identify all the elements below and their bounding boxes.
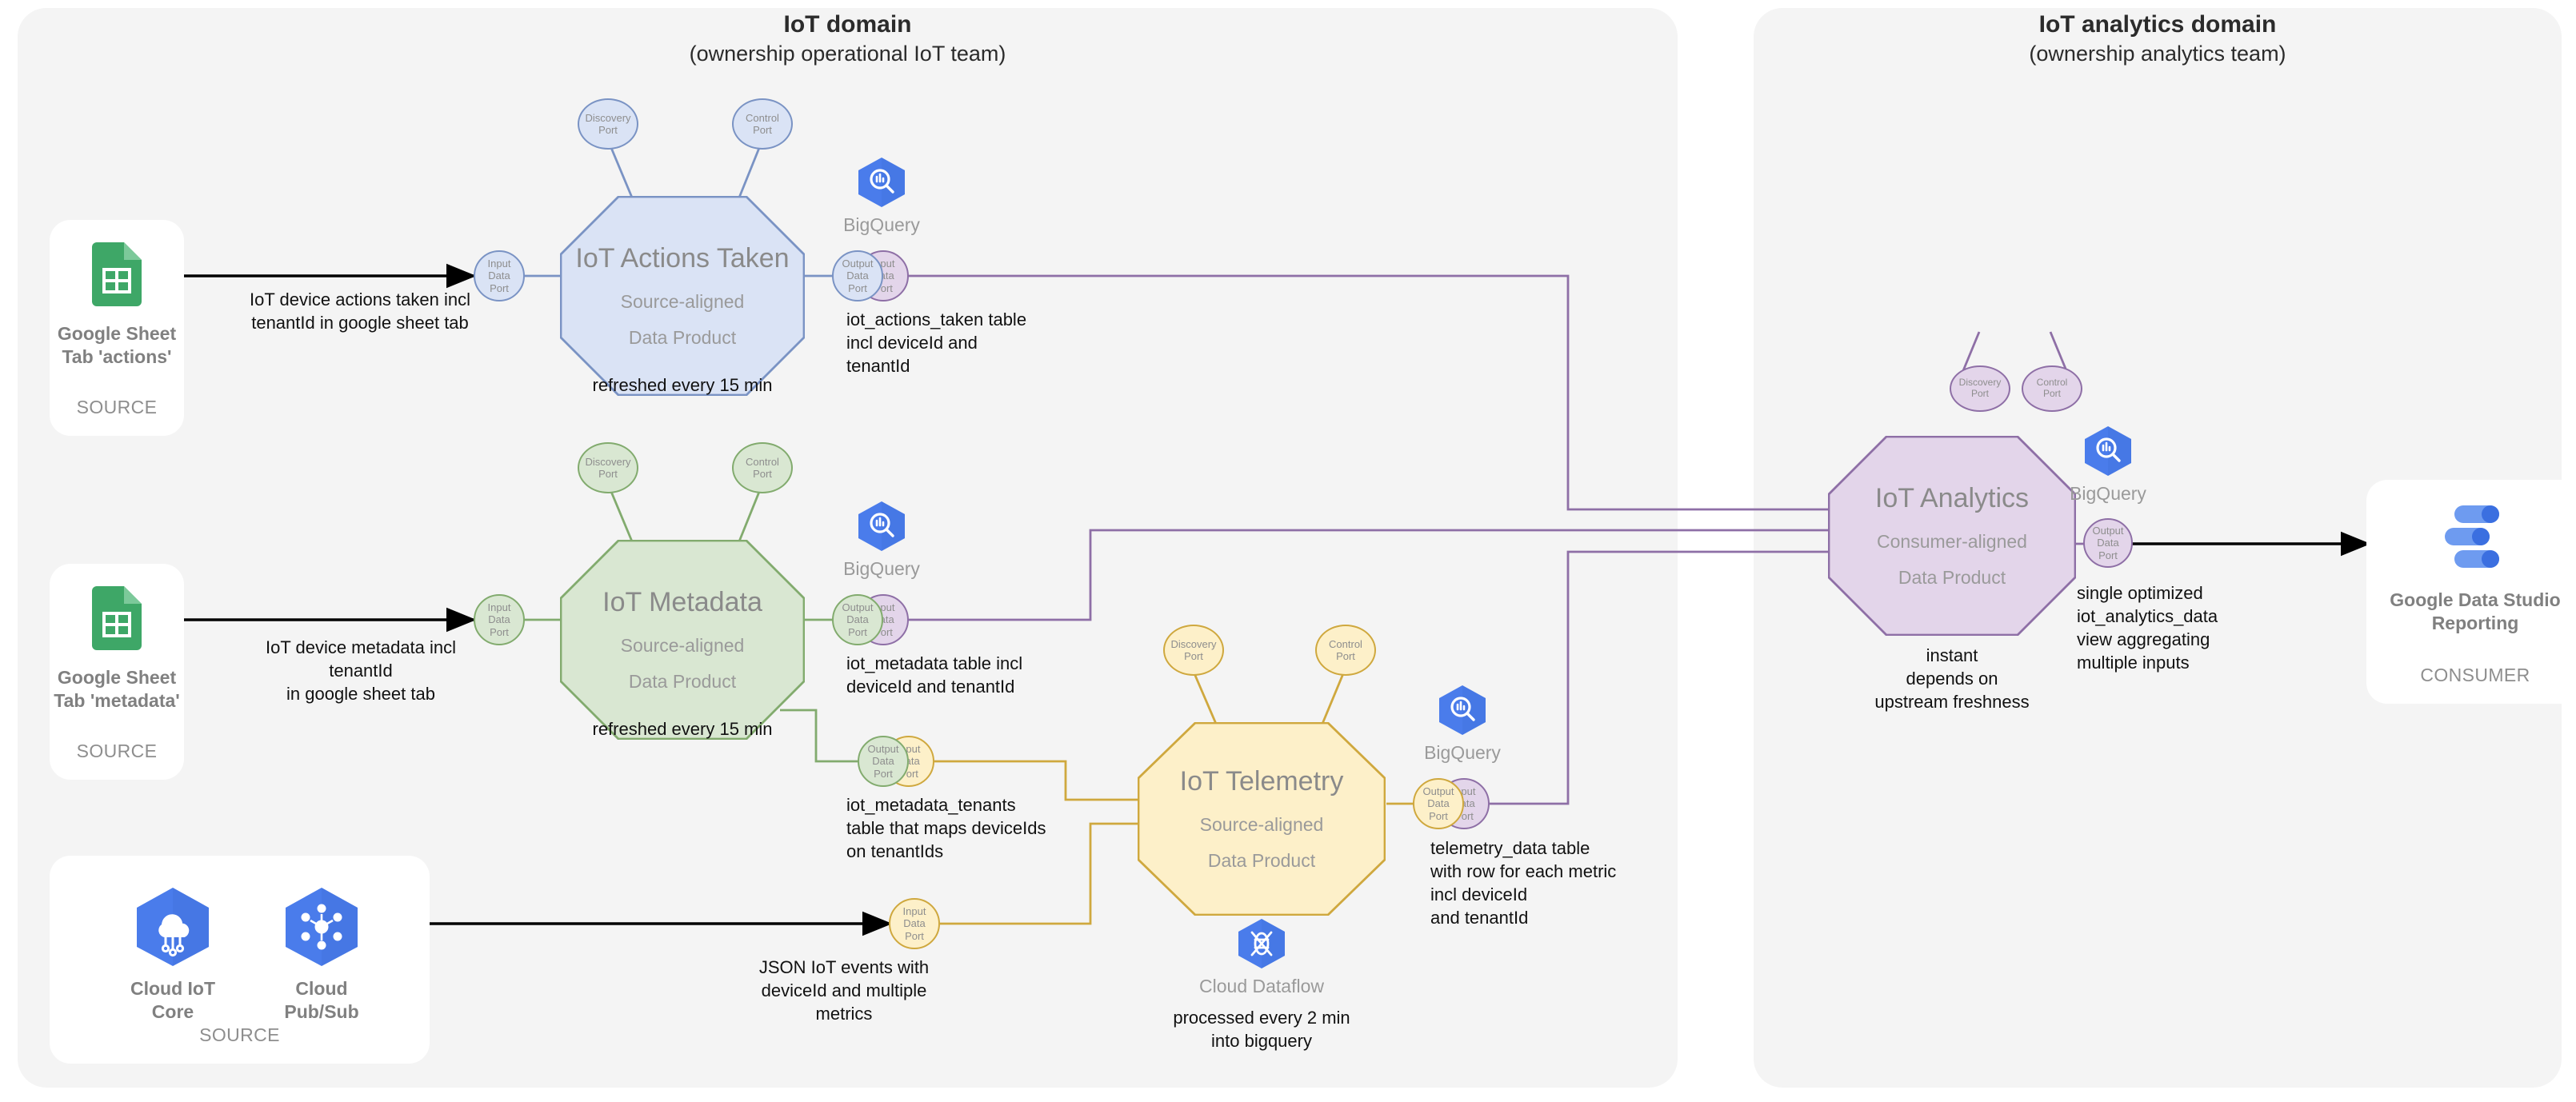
source-kind-badge: SOURCE xyxy=(76,397,158,417)
source-card-sheet-metadata[interactable]: Google Sheet Tab 'metadata' SOURCE xyxy=(50,564,184,780)
bigquery-icon xyxy=(858,158,905,207)
output-port-telemetry[interactable]: Output Data Port xyxy=(1413,778,1464,829)
cloud-dataflow-icon xyxy=(1238,919,1285,968)
cloud-iot-core-icon xyxy=(137,888,209,966)
port-label: Discovery Port xyxy=(585,111,631,136)
bigquery-label-metadata: BigQuery xyxy=(843,558,920,579)
source-label: Google Sheet Tab 'actions' xyxy=(57,323,177,368)
source-label: Google Sheet Tab 'metadata' xyxy=(54,667,180,712)
discovery-port-analytics[interactable]: Discovery Port xyxy=(1950,365,2010,412)
bigquery-icon xyxy=(1439,685,1486,735)
domain-title-iot-analytics: IoT analytics domain xyxy=(2038,11,2277,38)
data-product-iot-telemetry[interactable]: IoT Telemetry Source-aligned Data Produc… xyxy=(1138,722,1386,916)
cloud-pubsub-label: Cloud Pub/Sub xyxy=(284,978,359,1023)
flow-note-sheet-actions: IoT device actions taken incl tenantId i… xyxy=(250,289,470,333)
control-port-telemetry[interactable]: Control Port xyxy=(1315,625,1376,676)
port-label: Control Port xyxy=(746,111,779,136)
product-sla-actions: refreshed every 15 min xyxy=(592,375,773,395)
product-alignment: Source-aligned xyxy=(620,291,745,312)
data-product-iot-metadata[interactable]: IoT Metadata Source-aligned Data Product xyxy=(560,540,805,740)
bigquery-icon xyxy=(858,501,905,551)
source-card-cloud-iot[interactable]: Cloud IoT Core Cloud Pub/Sub SOURCE xyxy=(50,856,430,1064)
discovery-port-telemetry[interactable]: Discovery Port xyxy=(1163,625,1224,676)
port-label: Discovery Port xyxy=(1958,377,2002,399)
consumer-label: Google Data Studio Reporting xyxy=(2390,589,2561,634)
port-label: Discovery Port xyxy=(1170,637,1217,662)
bigquery-label-telemetry: BigQuery xyxy=(1424,742,1501,763)
source-kind-badge: SOURCE xyxy=(76,741,158,761)
output-port-analytics[interactable]: Output Data Port xyxy=(2083,518,2133,568)
google-data-studio-icon xyxy=(2445,505,2499,568)
output-note-telemetry: telemetry_data table with row for each m… xyxy=(1430,838,1617,928)
product-sla-analytics: instant depends on upstream freshness xyxy=(1874,645,2030,713)
product-title: IoT Metadata xyxy=(602,587,762,617)
google-sheets-icon xyxy=(92,586,142,650)
data-product-iot-analytics[interactable]: IoT Analytics Consumer-aligned Data Prod… xyxy=(1828,436,2076,636)
port-label: Input Data Port xyxy=(902,905,926,942)
bigquery-icon xyxy=(2085,426,2131,476)
output-port-metadata-tenants[interactable]: Output Data Port xyxy=(858,736,909,787)
output-note-analytics: single optimized iot_analytics_data view… xyxy=(2077,583,2218,673)
control-port-metadata[interactable]: Control Port xyxy=(732,442,793,493)
output-note-actions: iot_actions_taken table incl deviceId an… xyxy=(846,309,1027,377)
output-note-metadata-tenants: iot_metadata_tenants table that maps dev… xyxy=(846,795,1046,862)
domain-subtitle-iot-analytics: (ownership analytics team) xyxy=(2029,42,2286,66)
google-sheets-icon xyxy=(92,242,142,306)
port-label: Control Port xyxy=(746,455,779,480)
product-kind: Data Product xyxy=(1207,850,1316,871)
port-label: Input Data Port xyxy=(487,258,511,294)
product-alignment: Consumer-aligned xyxy=(1877,531,2027,552)
data-product-iot-actions-taken[interactable]: IoT Actions Taken Source-aligned Data Pr… xyxy=(560,196,805,396)
discovery-port-metadata[interactable]: Discovery Port xyxy=(578,442,638,493)
discovery-port-actions[interactable]: Discovery Port xyxy=(578,98,638,150)
product-title: IoT Analytics xyxy=(1874,483,2030,513)
control-port-analytics[interactable]: Control Port xyxy=(2022,365,2082,412)
port-label: Control Port xyxy=(1329,637,1362,662)
bigquery-label-analytics: BigQuery xyxy=(2070,483,2146,504)
output-note-metadata: iot_metadata table incl deviceId and ten… xyxy=(846,653,1023,697)
port-label: Output Data Port xyxy=(1422,785,1454,822)
port-label: Output Data Port xyxy=(842,601,874,638)
product-kind: Data Product xyxy=(1898,567,2006,588)
product-kind: Data Product xyxy=(628,327,737,348)
output-port-metadata[interactable]: Output Data Port xyxy=(832,594,883,645)
input-port-telemetry-events[interactable]: Input Data Port xyxy=(889,898,940,949)
cloud-dataflow-label: Cloud Dataflow xyxy=(1199,976,1324,996)
port-label: Control Port xyxy=(2036,377,2068,399)
product-sla-metadata: refreshed every 15 min xyxy=(592,719,773,739)
source-kind-badge: SOURCE xyxy=(199,1024,280,1045)
port-label: Input Data Port xyxy=(487,601,511,638)
bigquery-label-actions: BigQuery xyxy=(843,214,920,235)
product-alignment: Source-aligned xyxy=(1199,814,1324,835)
domain-subtitle-iot: (ownership operational IoT team) xyxy=(689,42,1006,66)
flow-note-json-events: JSON IoT events with deviceId and multip… xyxy=(758,957,930,1024)
output-port-actions[interactable]: Output Data Port xyxy=(832,250,883,301)
product-kind: Data Product xyxy=(628,671,737,692)
consumer-kind-badge: CONSUMER xyxy=(2420,665,2530,685)
control-port-actions[interactable]: Control Port xyxy=(732,98,793,150)
product-sla-telemetry: processed every 2 min into bigquery xyxy=(1173,1008,1350,1052)
product-title: IoT Telemetry xyxy=(1179,766,1344,797)
port-label: Output Data Port xyxy=(842,258,874,294)
consumer-card-data-studio[interactable]: Google Data Studio Reporting CONSUMER xyxy=(2366,480,2576,704)
port-label: Output Data Port xyxy=(867,743,899,780)
cloud-pubsub-icon xyxy=(286,888,358,966)
input-port-actions[interactable]: Input Data Port xyxy=(474,250,525,301)
port-label: Discovery Port xyxy=(585,455,631,480)
flow-note-sheet-metadata: IoT device metadata incl tenantId in goo… xyxy=(265,637,457,705)
port-label: Output Data Port xyxy=(2092,525,2124,561)
source-card-sheet-actions[interactable]: Google Sheet Tab 'actions' SOURCE xyxy=(50,220,184,436)
product-title: IoT Actions Taken xyxy=(575,243,790,274)
domain-title-iot: IoT domain xyxy=(783,11,912,38)
product-alignment: Source-aligned xyxy=(620,635,745,656)
